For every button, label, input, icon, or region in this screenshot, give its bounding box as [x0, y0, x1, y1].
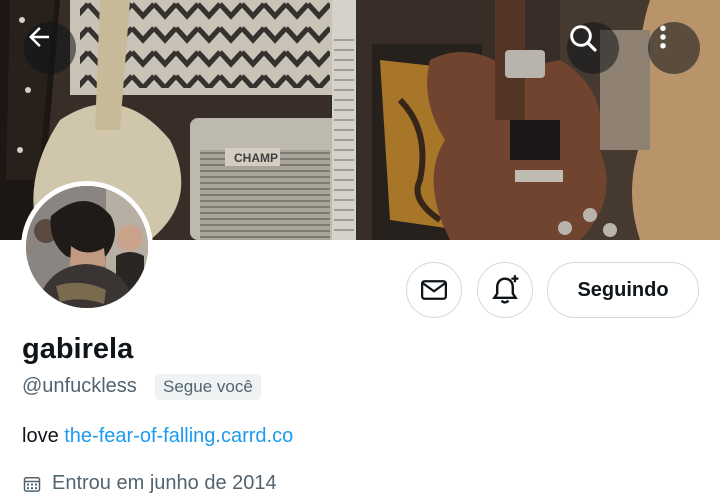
bio: love the-fear-of-falling.carrd.co [22, 425, 293, 448]
notifications-button[interactable] [477, 262, 533, 318]
bell-plus-icon [492, 275, 519, 304]
arrow-left-icon [29, 27, 49, 47]
display-name: gabirela [22, 333, 134, 365]
following-button[interactable]: Seguindo [547, 262, 699, 318]
back-button[interactable] [24, 22, 76, 74]
bio-link[interactable]: the-fear-of-falling.carrd.co [64, 425, 293, 447]
joined-date: Entrou em junho de 2014 [22, 472, 277, 495]
search-button[interactable] [567, 22, 619, 74]
more-options-button[interactable] [648, 22, 700, 74]
search-icon [570, 25, 597, 52]
envelope-icon [421, 280, 447, 300]
joined-text: Entrou em junho de 2014 [52, 472, 277, 494]
message-button[interactable] [406, 262, 462, 318]
follows-you-badge: Segue você [155, 374, 261, 400]
more-vertical-icon [660, 25, 666, 49]
user-handle: @unfuckless [22, 375, 137, 397]
avatar-photo [26, 186, 148, 308]
avatar[interactable] [21, 181, 153, 313]
bio-text: love [22, 425, 65, 447]
calendar-icon [22, 474, 42, 494]
